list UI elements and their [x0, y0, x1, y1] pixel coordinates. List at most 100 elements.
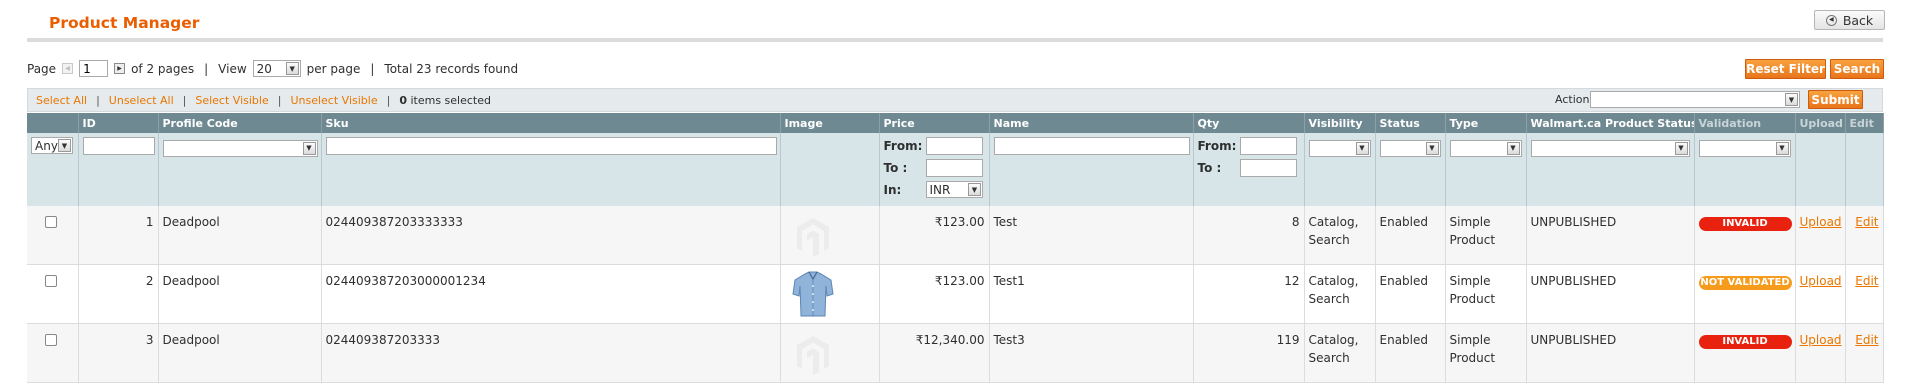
view-select-value: 20 — [256, 61, 272, 76]
total-records: Total 23 records found — [384, 61, 519, 76]
col-image: Image — [780, 113, 880, 133]
visibility-line2: Search — [1308, 233, 1350, 247]
edit-link[interactable]: Edit — [1855, 333, 1878, 347]
cell-image — [780, 264, 880, 324]
type-line1: Simple — [1449, 333, 1491, 347]
back-label: Back — [1842, 12, 1874, 28]
currency-select[interactable]: INR ▼ — [925, 181, 983, 198]
cell-id: 1 — [78, 206, 159, 265]
cell-validation: INVALID — [1694, 206, 1796, 265]
any-select-value: Any — [35, 138, 58, 153]
visibility-filter-select[interactable]: ▼ — [1308, 139, 1371, 157]
type-filter-select[interactable]: ▼ — [1449, 139, 1522, 157]
visibility-line1: Catalog, — [1308, 333, 1359, 347]
cell-profile-code: Deadpool — [158, 264, 322, 324]
col-select — [27, 113, 79, 133]
row-checkbox[interactable] — [45, 216, 57, 228]
cell-visibility: Catalog, Search — [1304, 206, 1376, 265]
cell-sku: 024409387203333333 — [321, 206, 781, 265]
back-button[interactable]: ◀ Back — [1814, 10, 1885, 30]
view-label: View — [218, 61, 247, 76]
upload-link[interactable]: Upload — [1800, 215, 1842, 229]
col-price[interactable]: Price — [879, 113, 990, 133]
separator: | — [370, 61, 375, 76]
page-input[interactable] — [79, 60, 109, 77]
profile-filter-select[interactable]: ▼ — [162, 139, 318, 157]
unselect-all-link[interactable]: Unselect All — [109, 94, 174, 107]
type-line2: Product — [1449, 351, 1496, 365]
price-from-label: From: — [883, 139, 923, 153]
product-shirt-image — [791, 270, 875, 323]
col-name[interactable]: Name — [989, 113, 1194, 133]
any-select[interactable]: Any ▼ — [31, 137, 73, 154]
validation-filter-select[interactable]: ▼ — [1698, 139, 1791, 157]
sku-filter-input[interactable] — [325, 137, 777, 155]
type-line2: Product — [1449, 233, 1496, 247]
chevron-down-icon: ▼ — [302, 141, 316, 155]
price-to-input[interactable] — [925, 159, 983, 177]
upload-link[interactable]: Upload — [1800, 274, 1842, 288]
col-qty[interactable]: Qty — [1193, 113, 1305, 133]
header-row: ID Profile Code Sku Image Price Name Qty… — [27, 113, 1884, 133]
items-selected-text: items selected — [410, 94, 491, 107]
cell-sku: 024409387203000001234 — [321, 264, 781, 324]
table-row: 2 Deadpool 024409387203000001234 ₹123.00 Tes… — [27, 264, 1884, 324]
edit-link[interactable]: Edit — [1855, 274, 1878, 288]
row-checkbox[interactable] — [45, 334, 57, 346]
cell-profile-code: Deadpool — [158, 206, 322, 265]
col-type[interactable]: Type — [1445, 113, 1527, 133]
select-all-link[interactable]: Select All — [36, 94, 87, 107]
submit-button[interactable]: Submit — [1808, 90, 1863, 109]
qty-from-input[interactable] — [1239, 137, 1297, 155]
actions-select[interactable]: ▼ — [1590, 91, 1800, 108]
qty-to-input[interactable] — [1239, 159, 1297, 177]
cell-visibility: Catalog, Search — [1304, 264, 1376, 324]
cell-walmart-status: UNPUBLISHED — [1526, 206, 1695, 265]
upload-link[interactable]: Upload — [1800, 333, 1842, 347]
validation-badge: NOT VALIDATED — [1698, 276, 1792, 290]
visibility-line2: Search — [1308, 292, 1350, 306]
next-page-icon[interactable]: ▶ — [114, 63, 126, 74]
visibility-line1: Catalog, — [1308, 274, 1359, 288]
name-filter-input[interactable] — [993, 137, 1190, 155]
col-profile-code[interactable]: Profile Code — [158, 113, 322, 133]
col-upload: Upload — [1795, 113, 1846, 133]
row-checkbox[interactable] — [45, 275, 57, 287]
walmart-status-filter-select[interactable]: ▼ — [1530, 139, 1690, 157]
unselect-visible-link[interactable]: Unselect Visible — [290, 94, 377, 107]
separator: | — [204, 61, 209, 76]
col-id[interactable]: ID — [78, 113, 159, 133]
validation-badge: INVALID — [1698, 217, 1792, 231]
search-button[interactable]: Search — [1830, 59, 1884, 79]
type-line2: Product — [1449, 292, 1496, 306]
price-to-label: To : — [883, 161, 908, 175]
select-visible-link[interactable]: Select Visible — [195, 94, 268, 107]
cell-validation: NOT VALIDATED — [1694, 264, 1796, 324]
col-sku[interactable]: Sku — [321, 113, 781, 133]
massaction-bar: Select All | Unselect All | Select Visible… — [27, 88, 1883, 112]
col-status[interactable]: Status — [1375, 113, 1446, 133]
cell-type: Simple Product — [1445, 206, 1527, 265]
chevron-down-icon: ▼ — [58, 139, 71, 152]
view-select[interactable]: 20 ▼ — [252, 60, 301, 77]
col-walmart-status[interactable]: Walmart.ca Product Status — [1526, 113, 1695, 133]
price-from-input[interactable] — [925, 137, 983, 155]
cell-price: ₹123.00 — [879, 264, 990, 324]
cell-upload: Upload — [1795, 264, 1846, 324]
of-pages-text: of 2 pages — [131, 61, 195, 76]
visibility-line1: Catalog, — [1308, 215, 1359, 229]
placeholder-image-icon — [793, 215, 875, 264]
id-filter-input[interactable] — [82, 137, 155, 155]
currency-value: INR — [929, 182, 951, 197]
header-divider — [27, 38, 1883, 42]
edit-link[interactable]: Edit — [1855, 215, 1878, 229]
prev-page-icon[interactable]: ◀ — [62, 63, 74, 74]
status-filter-select[interactable]: ▼ — [1379, 139, 1441, 157]
col-visibility[interactable]: Visibility — [1304, 113, 1376, 133]
chevron-down-icon: ▼ — [1674, 141, 1688, 155]
cell-qty: 8 — [1193, 206, 1305, 265]
reset-filter-button[interactable]: Reset Filter — [1745, 59, 1826, 79]
chevron-down-icon: ▼ — [1785, 93, 1798, 106]
chevron-down-icon: ▼ — [1425, 141, 1439, 155]
cell-edit: Edit — [1845, 264, 1884, 324]
